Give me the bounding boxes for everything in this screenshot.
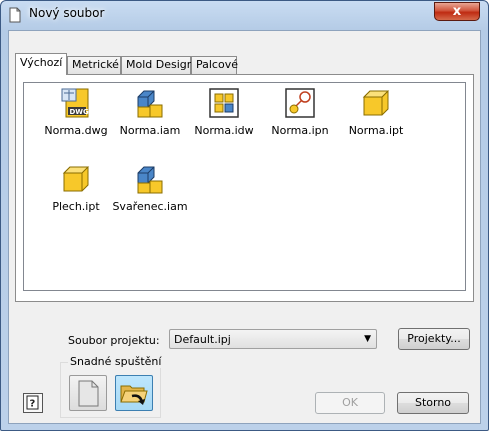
weldment-icon [137,166,163,194]
open-folder-icon [120,385,148,405]
tab-mold-design[interactable]: Mold Design [121,56,194,74]
part-icon [362,90,390,116]
help-button[interactable]: ? [23,393,43,413]
title-bar[interactable]: Nový soubor x [1,1,488,29]
file-label: Norma.iam [119,124,181,137]
close-button[interactable]: x [434,2,480,21]
chevron-down-icon: ▼ [364,334,371,344]
project-file-label: Soubor projektu: [68,334,160,347]
tab-vychozi[interactable]: Výchozí [15,53,67,75]
tab-panel: DWG Norma.dwg Norma.iam Norma.idw Norma.… [15,74,474,302]
project-file-dropdown[interactable]: Default.ipj ▼ [169,329,377,349]
cancel-button[interactable]: Storno [397,392,469,414]
file-item[interactable]: Norma.ipn [262,87,338,137]
file-label: Norma.idw [194,124,254,137]
file-label: Plech.ipt [52,200,100,213]
file-item[interactable]: Norma.idw [186,87,262,137]
help-icon: ? [26,395,39,410]
tab-metricke[interactable]: Metrické [67,56,121,74]
svg-text:?: ? [30,399,36,410]
file-item[interactable]: DWG Norma.dwg [38,87,114,137]
ok-button[interactable]: OK [315,392,385,414]
file-label: Norma.dwg [44,124,108,137]
window-title: Nový soubor [29,6,105,20]
drawing-icon [209,88,239,118]
presentation-icon [285,88,315,118]
close-icon: x [452,4,462,19]
assembly-icon [137,90,163,118]
blank-document-icon [78,380,99,407]
new-file-quick-button[interactable] [69,375,107,411]
svg-text:DWG: DWG [70,108,90,116]
project-file-value: Default.ipj [174,333,231,346]
template-list[interactable]: DWG Norma.dwg Norma.iam Norma.idw Norma.… [23,82,466,291]
dwg-drawing-icon: DWG [61,88,90,118]
file-label: Svařenec.iam [112,200,188,213]
file-item[interactable]: Svařenec.iam [112,163,188,213]
dialog-body: Výchozí Metrické Mold Design Palcové DWG… [8,30,481,424]
sheet-metal-part-icon [62,166,90,192]
file-item[interactable]: Norma.ipt [338,87,414,137]
file-item[interactable]: Norma.iam [112,87,188,137]
new-file-dialog: Nový soubor x Výchozí Metrické Mold Desi… [0,0,489,431]
document-icon [9,7,21,23]
projects-button[interactable]: Projekty... [398,328,470,350]
file-item[interactable]: Plech.ipt [38,163,114,213]
quick-launch-label: Snadné spuštění [68,355,164,368]
file-label: Norma.ipt [348,124,404,137]
open-file-quick-button[interactable] [115,375,153,411]
tab-palcove[interactable]: Palcové [191,56,238,74]
file-label: Norma.ipn [271,124,329,137]
